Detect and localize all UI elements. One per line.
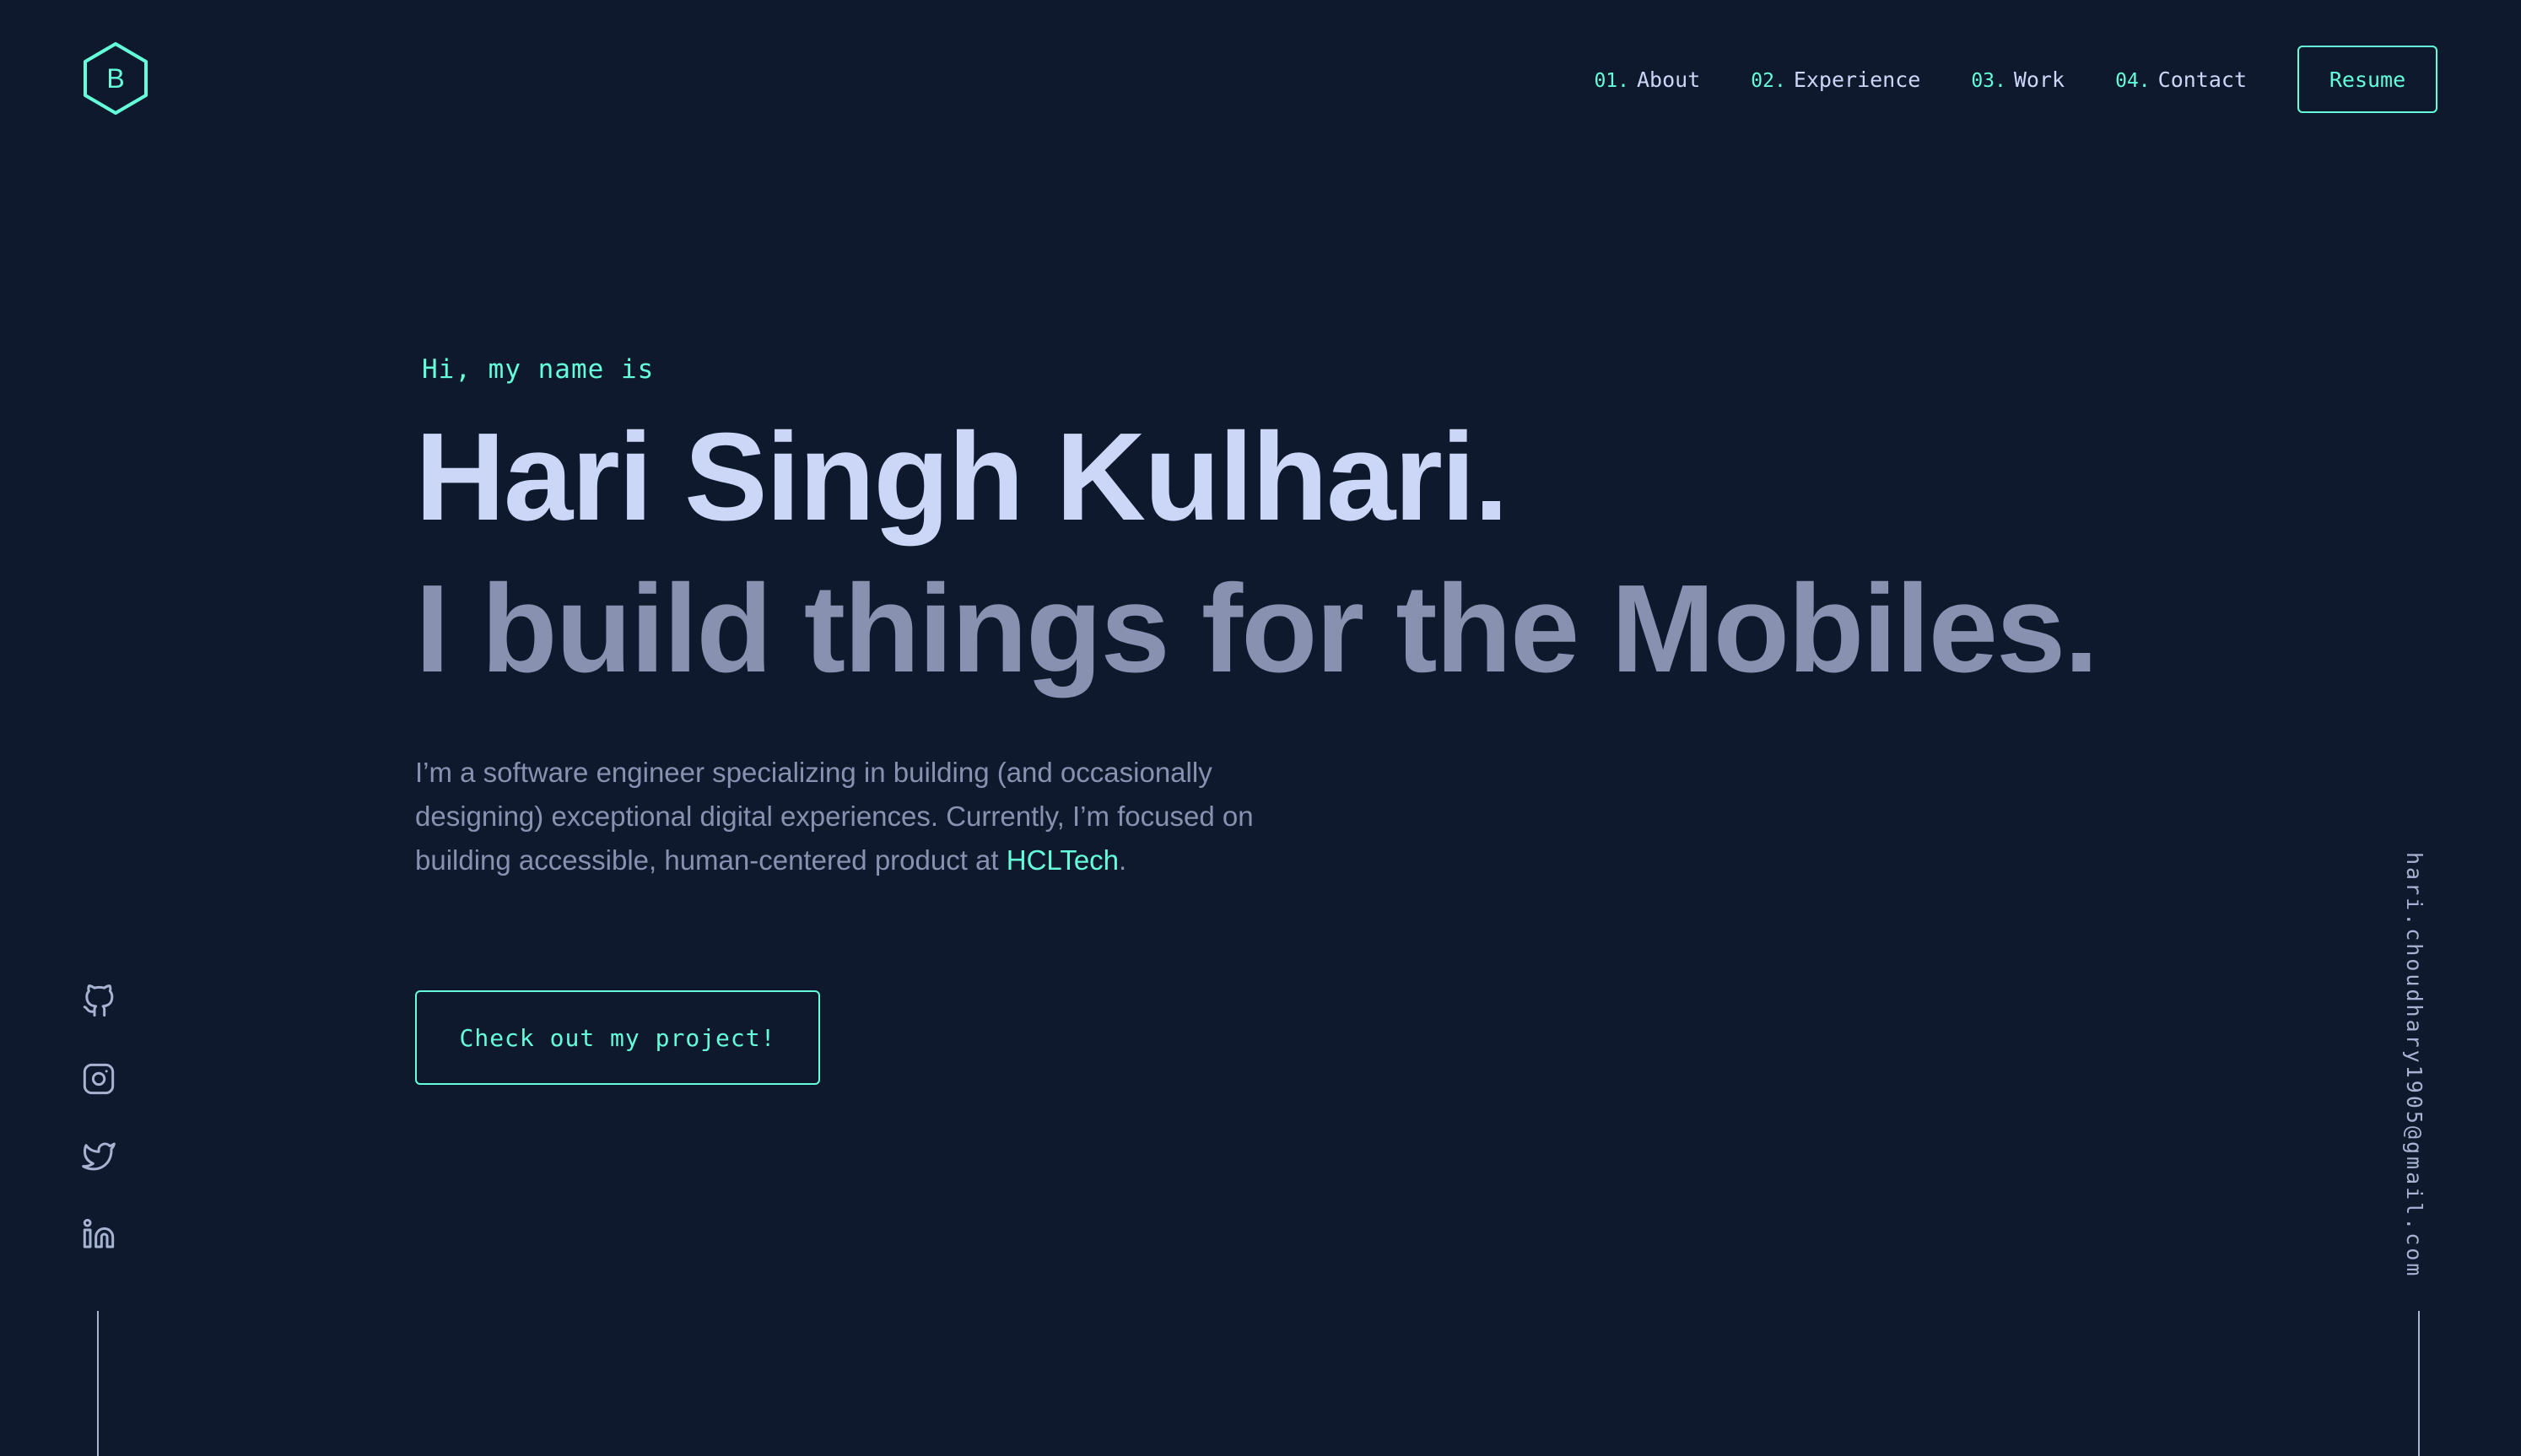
social-links	[78, 983, 119, 1293]
nav-label: Experience	[1793, 67, 1921, 92]
greeting-text: Hi, my name is	[422, 354, 655, 385]
nav-number: 01.	[1594, 69, 1629, 92]
nav-contact[interactable]: 04. Contact	[2115, 67, 2247, 92]
hero-name: Hari Singh Kulhari.	[415, 407, 1509, 547]
nav-number: 02.	[1751, 69, 1786, 92]
left-vertical-line	[97, 1311, 99, 1456]
nav-label: About	[1637, 67, 1701, 92]
check-project-button[interactable]: Check out my project!	[415, 990, 820, 1085]
right-vertical-line	[2418, 1311, 2420, 1456]
nav-work[interactable]: 03. Work	[1971, 67, 2065, 92]
nav-label: Contact	[2157, 67, 2247, 92]
github-link[interactable]	[80, 983, 117, 1020]
email-link[interactable]: hari.choudhary1905@gmail.com	[2402, 852, 2427, 1278]
hero-bio: I’m a software engineer specializing in …	[415, 751, 1335, 882]
main-nav: 01. About 02. Experience 03. Work 04. Co…	[1594, 46, 2437, 113]
nav-experience[interactable]: 02. Experience	[1751, 67, 1920, 92]
instagram-icon	[83, 1063, 115, 1095]
linkedin-link[interactable]	[80, 1216, 117, 1253]
nav-number: 04.	[2115, 69, 2151, 92]
github-icon	[83, 984, 114, 1017]
hero-section: Hi, my name is Hari Singh Kulhari. I bui…	[415, 354, 2187, 1085]
company-link[interactable]: HCLTech	[1007, 844, 1119, 876]
nav-about[interactable]: 01. About	[1594, 67, 1700, 92]
bio-text: I’m a software engineer specializing in …	[415, 756, 1254, 876]
linkedin-icon	[83, 1218, 115, 1248]
twitter-link[interactable]	[80, 1138, 117, 1175]
bio-end: .	[1119, 844, 1127, 876]
logo[interactable]: B	[82, 41, 149, 116]
resume-button[interactable]: Resume	[2297, 46, 2437, 113]
hero-tagline: I build things for the Mobiles.	[415, 558, 2098, 698]
nav-label: Work	[2013, 67, 2065, 92]
twitter-icon	[82, 1142, 116, 1171]
nav-number: 03.	[1971, 69, 2006, 92]
instagram-link[interactable]	[80, 1060, 117, 1097]
logo-letter: B	[106, 62, 125, 94]
